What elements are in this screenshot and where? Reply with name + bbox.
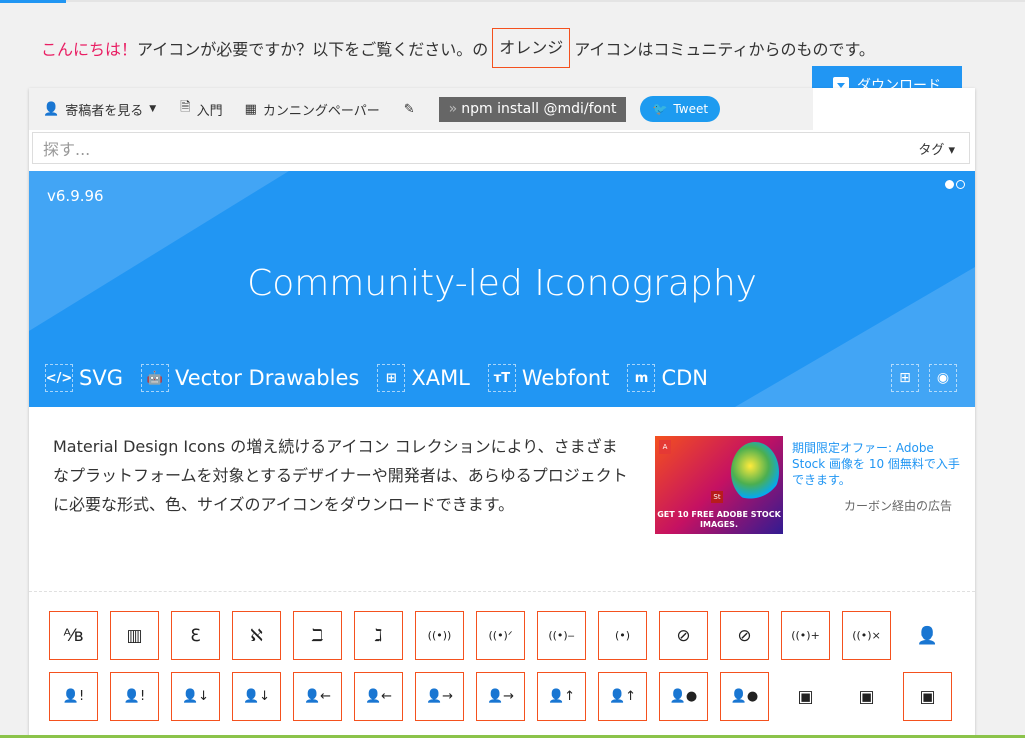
icon-tile[interactable]: ℶ — [293, 611, 342, 660]
icon-tile[interactable]: ((•)× — [842, 611, 891, 660]
vector-drawables-label: Vector Drawables — [174, 366, 360, 390]
ad-image[interactable]: A St GET 10 FREE ADOBE STOCK IMAGES. — [655, 436, 783, 534]
xaml-label: XAML — [411, 366, 470, 390]
top-border — [0, 0, 1025, 3]
webfont-link[interactable]: ᴛT Webfont — [487, 364, 610, 392]
icon-row: ᴬ⁄ʙ ▥ ℇ ℵ ℶ ℷ ((•)) ((•)ᐟ ((•)‒ (•) ⊘ ⊘ … — [49, 611, 969, 660]
icon-row: 👤! 👤! 👤↓ 👤↓ 👤← 👤← 👤→ 👤→ 👤↑ 👤↑ 👤● 👤● ▣ ▣ … — [49, 672, 969, 721]
icon-tile[interactable]: ℵ — [232, 611, 281, 660]
cdn-icon: m — [627, 364, 656, 392]
icon-tile[interactable]: ℷ — [354, 611, 403, 660]
table-icon: ▦ — [244, 101, 257, 117]
icon-tile[interactable]: 👤 — [903, 611, 952, 660]
chevron-down-icon: ▾ — [948, 142, 955, 158]
icon-tile[interactable]: ᴬ⁄ʙ — [49, 611, 98, 660]
search-bar: 探す... タグ ▾ — [32, 132, 970, 164]
icon-tile[interactable]: ((•)) — [415, 611, 464, 660]
icon-tile[interactable]: 👤← — [354, 672, 403, 721]
contributors-label: 寄稿者を見る — [65, 103, 144, 119]
top-accent — [0, 0, 66, 3]
icon-tile[interactable]: (•) — [598, 611, 647, 660]
cdn-label: CDN — [661, 366, 709, 390]
greeting-text-before: アイコンが必要ですか？以下をご覧ください。の — [137, 40, 489, 59]
divider — [29, 591, 975, 592]
search-input[interactable]: 探す... — [43, 136, 918, 160]
icon-tile[interactable]: 👤← — [293, 672, 342, 721]
icon-tile[interactable]: ℇ — [171, 611, 220, 660]
eyedropper-icon: ✎ — [403, 101, 415, 117]
format-font-icon: ᴛT — [487, 364, 516, 392]
android-icon: 🤖 — [140, 364, 169, 392]
github-icon[interactable]: ◉ — [929, 364, 957, 392]
icon-tile[interactable]: ((•)+ — [781, 611, 830, 660]
icon-tile[interactable]: 👤→ — [415, 672, 464, 721]
icon-tile[interactable]: ((•)ᐟ — [476, 611, 525, 660]
icon-tile[interactable]: 👤↓ — [171, 672, 220, 721]
orange-link[interactable]: オレンジ — [492, 28, 571, 68]
npm-install-command[interactable]: » npm install @mdi/font — [438, 96, 627, 122]
icon-tile[interactable]: 👤● — [659, 672, 708, 721]
xaml-link[interactable]: ⊞ XAML — [377, 364, 470, 392]
icon-tile[interactable]: ⊘ — [720, 611, 769, 660]
twitter-icon: 🐦 — [652, 102, 668, 116]
greeting-banner: こんにちは！ アイコンが必要ですか？以下をご覧ください。の オレンジ アイコンは… — [41, 28, 875, 68]
icon-tile[interactable]: 👤↑ — [598, 672, 647, 721]
icon-tile[interactable]: ▣ — [781, 672, 830, 721]
icon-tile[interactable]: 👤! — [110, 672, 159, 721]
carousel-dot[interactable] — [956, 180, 965, 189]
icon-tile[interactable]: ▣ — [842, 672, 891, 721]
adobe-logo-icon: A — [659, 440, 671, 454]
greeting-text-after: アイコンはコミュニティからのものです。 — [574, 40, 875, 59]
chevron-down-icon: ▼ — [149, 104, 157, 114]
tweet-label: Tweet — [673, 102, 709, 116]
greeting-hello: こんにちは！ — [41, 40, 138, 59]
intro-label: 入門 — [196, 103, 223, 119]
cheatsheet-label: カンニングペーパー — [262, 103, 380, 119]
main-card: 👤 寄稿者を見る ▼ 🗎 入門 ▦ カンニングペーパー ✎ » npm insta… — [29, 88, 975, 738]
grid-icon[interactable]: ⊞ — [891, 364, 919, 392]
intro-link[interactable]: 🗎 入門 — [180, 98, 222, 120]
tag-label: タグ — [918, 142, 945, 158]
carousel-dot[interactable] — [945, 180, 954, 189]
ad-illustration — [731, 442, 779, 502]
tag-dropdown[interactable]: タグ ▾ — [918, 139, 955, 158]
format-links: </> SVG 🤖 Vector Drawables ⊞ XAML ᴛT Webfont… — [45, 364, 726, 392]
svg-link[interactable]: </> SVG — [45, 364, 123, 392]
icon-tile[interactable]: ▥ — [110, 611, 159, 660]
icon-tile[interactable]: 👤! — [49, 672, 98, 721]
icon-tile[interactable]: ▣ — [903, 672, 952, 721]
eyedropper-button[interactable]: ✎ — [404, 102, 415, 117]
document-icon: 🗎 — [180, 100, 191, 115]
chevron-right-icon: » — [448, 100, 458, 117]
icon-tile[interactable]: 👤↑ — [537, 672, 586, 721]
code-icon: </> — [45, 364, 73, 392]
hero-title: Community-led Iconography — [247, 263, 757, 304]
icon-tile[interactable]: ((•)‒ — [537, 611, 586, 660]
stock-logo-icon: St — [711, 491, 723, 503]
icon-tile[interactable]: 👤● — [720, 672, 769, 721]
webfont-label: Webfont — [521, 366, 610, 390]
contributors-menu[interactable]: 👤 寄稿者を見る ▼ — [43, 100, 156, 119]
person-icon: 👤 — [43, 101, 60, 117]
carousel-dots[interactable] — [945, 180, 965, 189]
svg-label: SVG — [79, 366, 123, 390]
ad-link[interactable]: 期間限定オファー: Adobe Stock 画像を 10 個無料で入手できます。 — [792, 440, 962, 488]
version-label: v6.9.96 — [47, 187, 104, 205]
icon-grid: ᴬ⁄ʙ ▥ ℇ ℵ ℶ ℷ ((•)) ((•)ᐟ ((•)‒ (•) ⊘ ⊘ … — [49, 611, 969, 733]
description-text: Material Design Icons の増え続けるアイコン コレクションに… — [53, 437, 628, 514]
cdn-link[interactable]: m CDN — [627, 364, 708, 392]
cheatsheet-link[interactable]: ▦ カンニングペーパー — [245, 100, 380, 119]
icon-tile[interactable]: 👤→ — [476, 672, 525, 721]
windows-icon: ⊞ — [377, 364, 406, 392]
ad-image-text: GET 10 FREE ADOBE STOCK IMAGES. — [657, 510, 781, 529]
toolbar: 👤 寄稿者を見る ▼ 🗎 入門 ▦ カンニングペーパー ✎ » npm insta… — [29, 88, 813, 130]
icon-tile[interactable]: 👤↓ — [232, 672, 281, 721]
vector-drawables-link[interactable]: 🤖 Vector Drawables — [140, 364, 360, 392]
tweet-button[interactable]: 🐦 Tweet — [640, 96, 721, 122]
hero-right-icons: ⊞ ◉ — [891, 364, 957, 392]
ad-attribution[interactable]: カーボン経由の広告 — [844, 497, 952, 514]
hero-banner: v6.9.96 Community-led Iconography </> SVG… — [29, 171, 975, 407]
icon-tile[interactable]: ⊘ — [659, 611, 708, 660]
npm-command-text: npm install @mdi/font — [461, 100, 617, 117]
